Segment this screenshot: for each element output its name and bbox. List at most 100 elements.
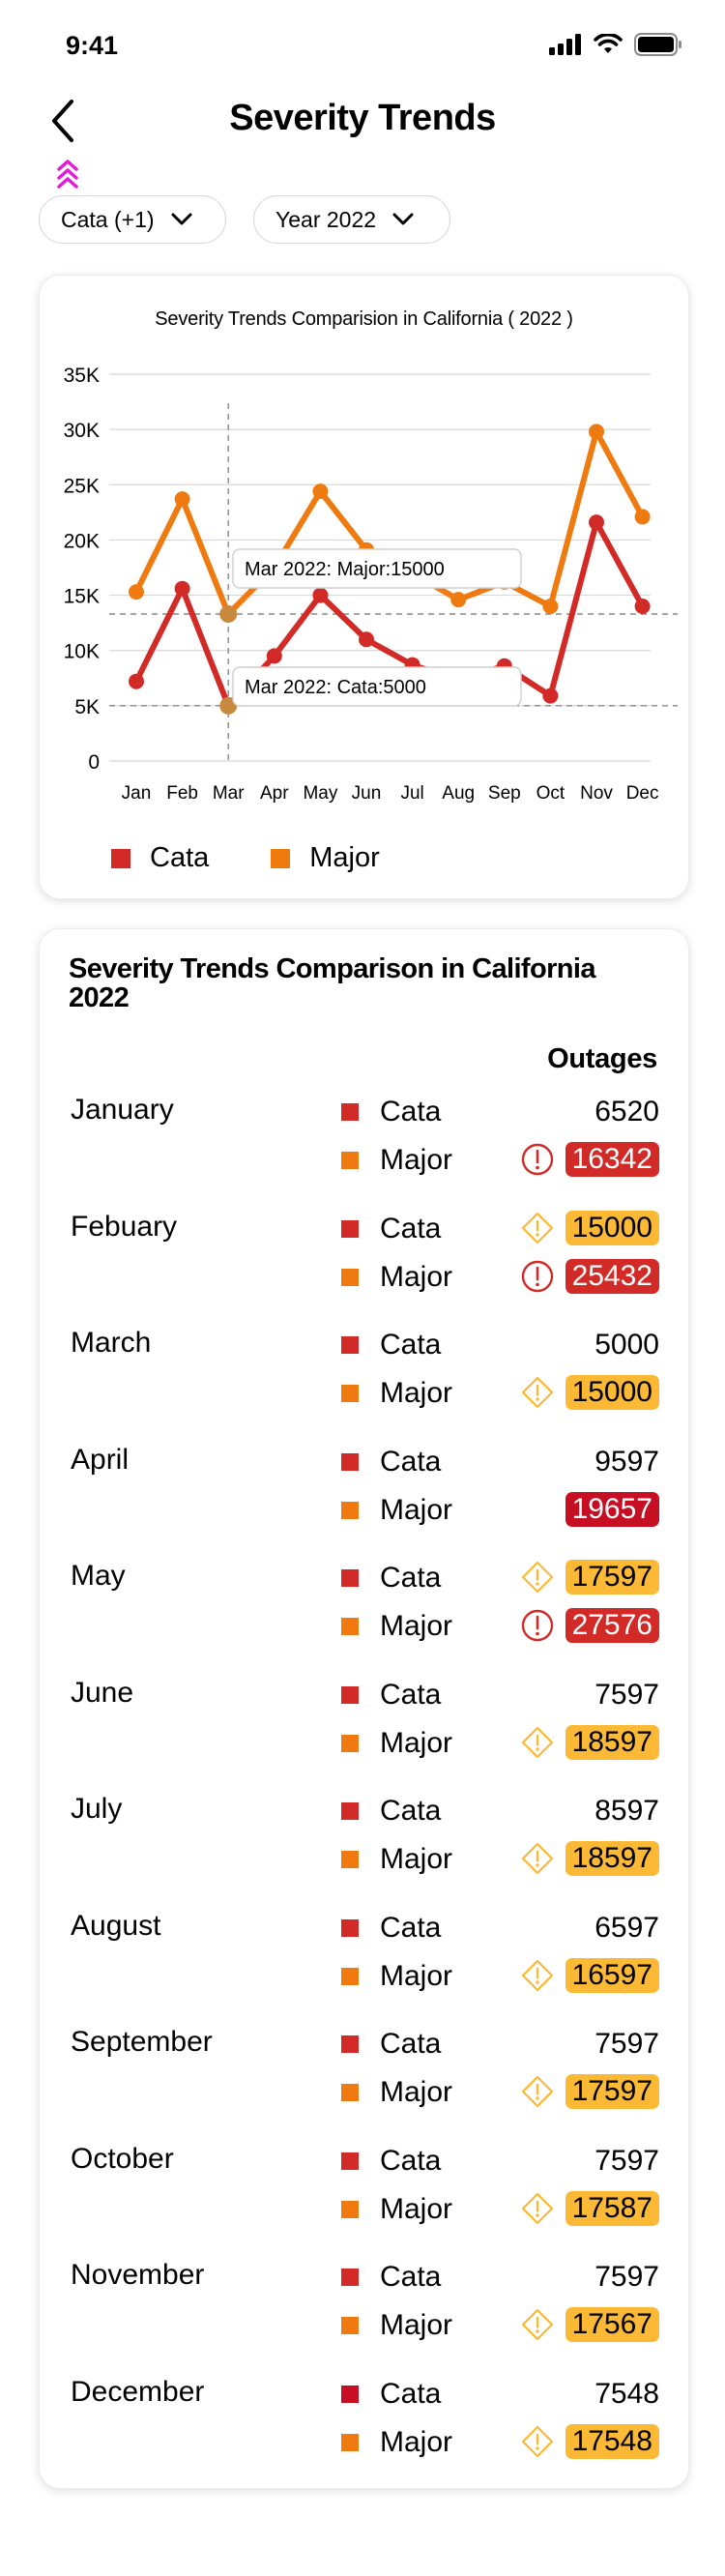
severity-label: Cata	[380, 1445, 442, 1478]
highlighted-point-major[interactable]	[219, 605, 238, 623]
data-point-cata[interactable]	[174, 580, 190, 597]
severity-swatch-major	[341, 1967, 359, 1985]
alert-circle-icon	[521, 1609, 554, 1642]
legend-item-cata[interactable]: Cata	[111, 842, 209, 874]
data-point-major[interactable]	[174, 491, 190, 508]
data-point-cata[interactable]	[359, 631, 374, 648]
severity-row-major[interactable]: Major 17587	[339, 2189, 659, 2228]
severity-row-major[interactable]: Major 15000	[339, 1373, 659, 1412]
severity-row-cata[interactable]: Cata 15000	[339, 1209, 659, 1247]
severity-swatch-major	[341, 1152, 359, 1169]
data-point-cata[interactable]	[589, 514, 604, 531]
severity-row-cata[interactable]: Cata 9597	[339, 1442, 659, 1480]
data-point-major[interactable]	[634, 509, 651, 525]
severity-label: Cata	[380, 1911, 442, 1944]
tooltip-cata-text: Mar 2022: Cata:5000	[245, 677, 426, 698]
severity-swatch-major	[341, 2084, 359, 2101]
severity-swatch-cata	[341, 2152, 359, 2170]
data-point-cata[interactable]	[129, 673, 144, 689]
outage-value: 17597	[565, 2074, 659, 2109]
severity-row-major[interactable]: Major 17567	[339, 2305, 659, 2344]
severity-row-cata[interactable]: Cata 7597	[339, 1675, 659, 1713]
warning-diamond-icon	[521, 1561, 554, 1594]
warning-diamond-icon	[521, 2192, 554, 2224]
severity-swatch-major	[341, 2200, 359, 2218]
data-point-cata[interactable]	[312, 587, 329, 603]
outage-value: 16342	[565, 1142, 659, 1177]
outage-table-card: Severity Trends Comparison in California…	[39, 928, 689, 2489]
severity-row-major[interactable]: Major 17548	[339, 2422, 659, 2461]
month-name: April	[71, 1443, 130, 1476]
severity-swatch-cata	[341, 1336, 359, 1354]
severity-row-cata[interactable]: Cata 7597	[339, 2024, 659, 2063]
month-group-febuary: Febuary Cata 15000 Major 25432	[40, 1201, 690, 1317]
severity-row-cata[interactable]: Cata 7597	[339, 2141, 659, 2180]
month-group-march: March Cata 5000 Major 15000	[40, 1317, 690, 1433]
wifi-icon	[594, 34, 623, 53]
severity-label: Cata	[380, 2144, 442, 2177]
y-tick-label: 35K	[64, 365, 100, 387]
outage-value: 19657	[565, 1491, 659, 1527]
severity-row-major[interactable]: Major 27576	[339, 1606, 659, 1645]
data-point-major[interactable]	[589, 424, 604, 440]
severity-swatch-cata	[341, 2269, 359, 2286]
month-name: March	[71, 1327, 152, 1359]
severity-row-major[interactable]: Major 25432	[339, 1257, 659, 1296]
warning-diamond-icon	[521, 1212, 554, 1244]
data-point-cata[interactable]	[634, 599, 651, 614]
severity-label: Cata	[380, 1096, 442, 1127]
month-group-august: August Cata 6597 Major 16597	[40, 1900, 690, 2016]
x-tick-label: Sep	[488, 783, 521, 804]
month-group-october: October Cata 7597 Major 17587	[40, 2133, 690, 2249]
year-filter-dropdown[interactable]: Year 2022	[253, 195, 450, 244]
data-point-major[interactable]	[129, 584, 144, 600]
y-tick-label: 20K	[64, 530, 100, 552]
y-tick-label: 0	[88, 751, 100, 774]
severity-swatch-major	[341, 1385, 359, 1402]
y-tick-label: 15K	[64, 586, 100, 608]
severity-swatch-major	[341, 2433, 359, 2451]
outages-column-header: Outages	[547, 1043, 657, 1074]
cellular-signal-icon	[549, 34, 581, 55]
severity-swatch-cata	[341, 1452, 359, 1471]
month-group-june: June Cata 7597 Major 18597	[40, 1667, 690, 1783]
severity-swatch-cata	[341, 2385, 359, 2403]
severity-line-chart: 0 5K 10K 15K 20K 25K 30K 35K Jan Feb Mar Apr May Jun J…	[64, 365, 678, 804]
severity-row-cata[interactable]: Cata 6597	[339, 1908, 659, 1947]
status-bar: 9:41	[0, 0, 725, 87]
severity-row-cata[interactable]: Cata 7548	[339, 2374, 659, 2413]
severity-label: Cata	[380, 1562, 442, 1594]
data-point-major[interactable]	[312, 483, 329, 500]
severity-row-cata[interactable]: Cata 7597	[339, 2257, 659, 2296]
outage-value: 18597	[565, 1841, 659, 1876]
battery-icon	[634, 33, 682, 56]
outage-value: 27576	[565, 1608, 659, 1643]
month-name: October	[71, 2142, 174, 2175]
severity-row-major[interactable]: Major 18597	[339, 1723, 659, 1762]
data-point-cata[interactable]	[266, 648, 282, 664]
page-title: Severity Trends	[229, 98, 496, 138]
severity-row-major[interactable]: Major 17597	[339, 2072, 659, 2111]
outage-value: 5000	[594, 1329, 659, 1361]
severity-row-major[interactable]: Major 18597	[339, 1839, 659, 1878]
severity-label: Major	[380, 1959, 453, 1992]
outage-value: 18597	[565, 1724, 659, 1760]
data-point-major[interactable]	[450, 592, 467, 608]
severity-row-major[interactable]: Major 16597	[339, 1956, 659, 1995]
severity-row-cata[interactable]: Cata 6520	[339, 1092, 659, 1130]
legend-item-major[interactable]: Major	[271, 842, 380, 874]
outage-value: 25432	[565, 1258, 659, 1294]
month-name: November	[71, 2259, 205, 2291]
severity-row-major[interactable]: Major 19657	[339, 1490, 659, 1529]
severity-row-cata[interactable]: Cata 8597	[339, 1791, 659, 1830]
severity-row-cata[interactable]: Cata 5000	[339, 1325, 659, 1363]
severity-row-cata[interactable]: Cata 17597	[339, 1558, 659, 1596]
severity-filter-dropdown[interactable]: Cata (+1)	[39, 195, 226, 244]
severity-label: Cata	[380, 2377, 442, 2410]
severity-row-major[interactable]: Major 16342	[339, 1140, 659, 1179]
data-point-major[interactable]	[542, 599, 559, 614]
outage-value: 15000	[565, 1375, 659, 1410]
outage-value: 7548	[594, 2377, 659, 2410]
data-point-cata[interactable]	[542, 688, 559, 704]
legend-label-major: Major	[309, 842, 380, 873]
